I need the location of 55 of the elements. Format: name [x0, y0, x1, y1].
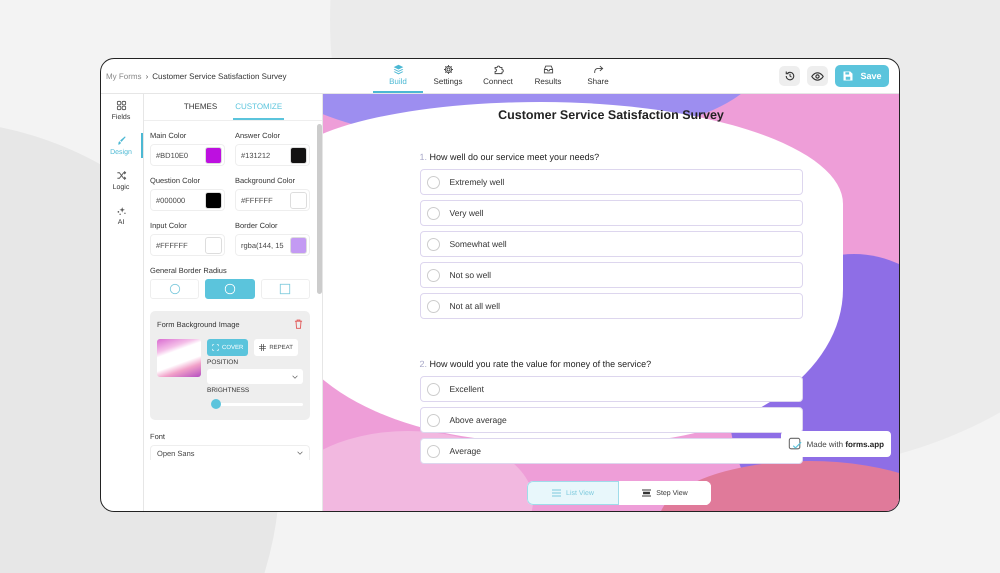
answer-option[interactable]: Above average: [420, 407, 802, 433]
square-icon: [279, 283, 292, 295]
radius-option[interactable]: [205, 279, 255, 299]
color-swatch[interactable]: [290, 192, 307, 208]
history-icon: [784, 70, 796, 82]
answer-option[interactable]: Not so well: [420, 262, 802, 288]
badge-text: Made with forms.app: [806, 440, 884, 448]
form-title: Customer Service Satisfaction Survey: [152, 72, 287, 80]
answer-option[interactable]: Somewhat well: [420, 231, 802, 257]
caret-icon: [292, 374, 298, 378]
breadcrumb-link[interactable]: My Forms: [106, 72, 142, 80]
rows-icon: [642, 489, 652, 497]
panel-tab[interactable]: THEMES: [182, 94, 220, 120]
caret-icon: [297, 451, 303, 455]
scrollbar[interactable]: [317, 124, 322, 294]
nav-tab[interactable]: Connect: [473, 59, 523, 93]
color-swatch[interactable]: [205, 192, 222, 208]
nav-tab[interactable]: Results: [523, 59, 573, 93]
color-swatch[interactable]: [205, 236, 222, 254]
puzzle-piece-icon: [492, 64, 504, 75]
color-swatch[interactable]: [205, 146, 222, 164]
list-icon: [552, 489, 562, 497]
made-with-badge[interactable]: Made with forms.app: [780, 431, 891, 457]
question-text: 2. How would you rate the value for money of the service?: [420, 359, 652, 369]
preview-button[interactable]: [807, 66, 828, 86]
image-thumbnail[interactable]: [157, 339, 201, 377]
slider-thumb[interactable]: [210, 399, 221, 409]
inbox-icon: [542, 64, 554, 75]
question-text: 1. How well do our service meet your needs?: [420, 152, 600, 162]
answer-option[interactable]: Very well: [420, 200, 802, 226]
answer-option[interactable]: Extremely well: [420, 169, 802, 195]
gear-icon: [442, 64, 454, 75]
grid-icon: [116, 100, 126, 111]
sparkle-icon: [116, 205, 126, 216]
survey-title: Customer Service Satisfaction Survey: [497, 108, 725, 122]
eye-icon: [811, 70, 824, 82]
color-swatch[interactable]: [290, 236, 307, 254]
grid-icon: [259, 344, 266, 351]
answer-option[interactable]: Not at all well: [420, 293, 802, 319]
position-dropdown[interactable]: [207, 369, 303, 384]
expand-icon: [212, 344, 219, 351]
logo-icon: [788, 437, 802, 451]
trash-icon[interactable]: [294, 319, 303, 329]
share-arrow-icon: [592, 64, 604, 75]
nav-tab[interactable]: Settings: [423, 59, 473, 93]
circle-icon: [168, 283, 181, 295]
layers-icon: [392, 64, 404, 75]
history-button[interactable]: [779, 66, 800, 86]
shuffle-icon: [116, 170, 126, 181]
nav-tab[interactable]: Share: [573, 59, 623, 93]
answer-option[interactable]: Excellent: [420, 376, 802, 402]
color-swatch[interactable]: [290, 146, 307, 164]
answer-option[interactable]: Average: [420, 438, 802, 464]
breadcrumb-separator: ›: [146, 72, 148, 80]
brush-icon: [116, 135, 126, 146]
